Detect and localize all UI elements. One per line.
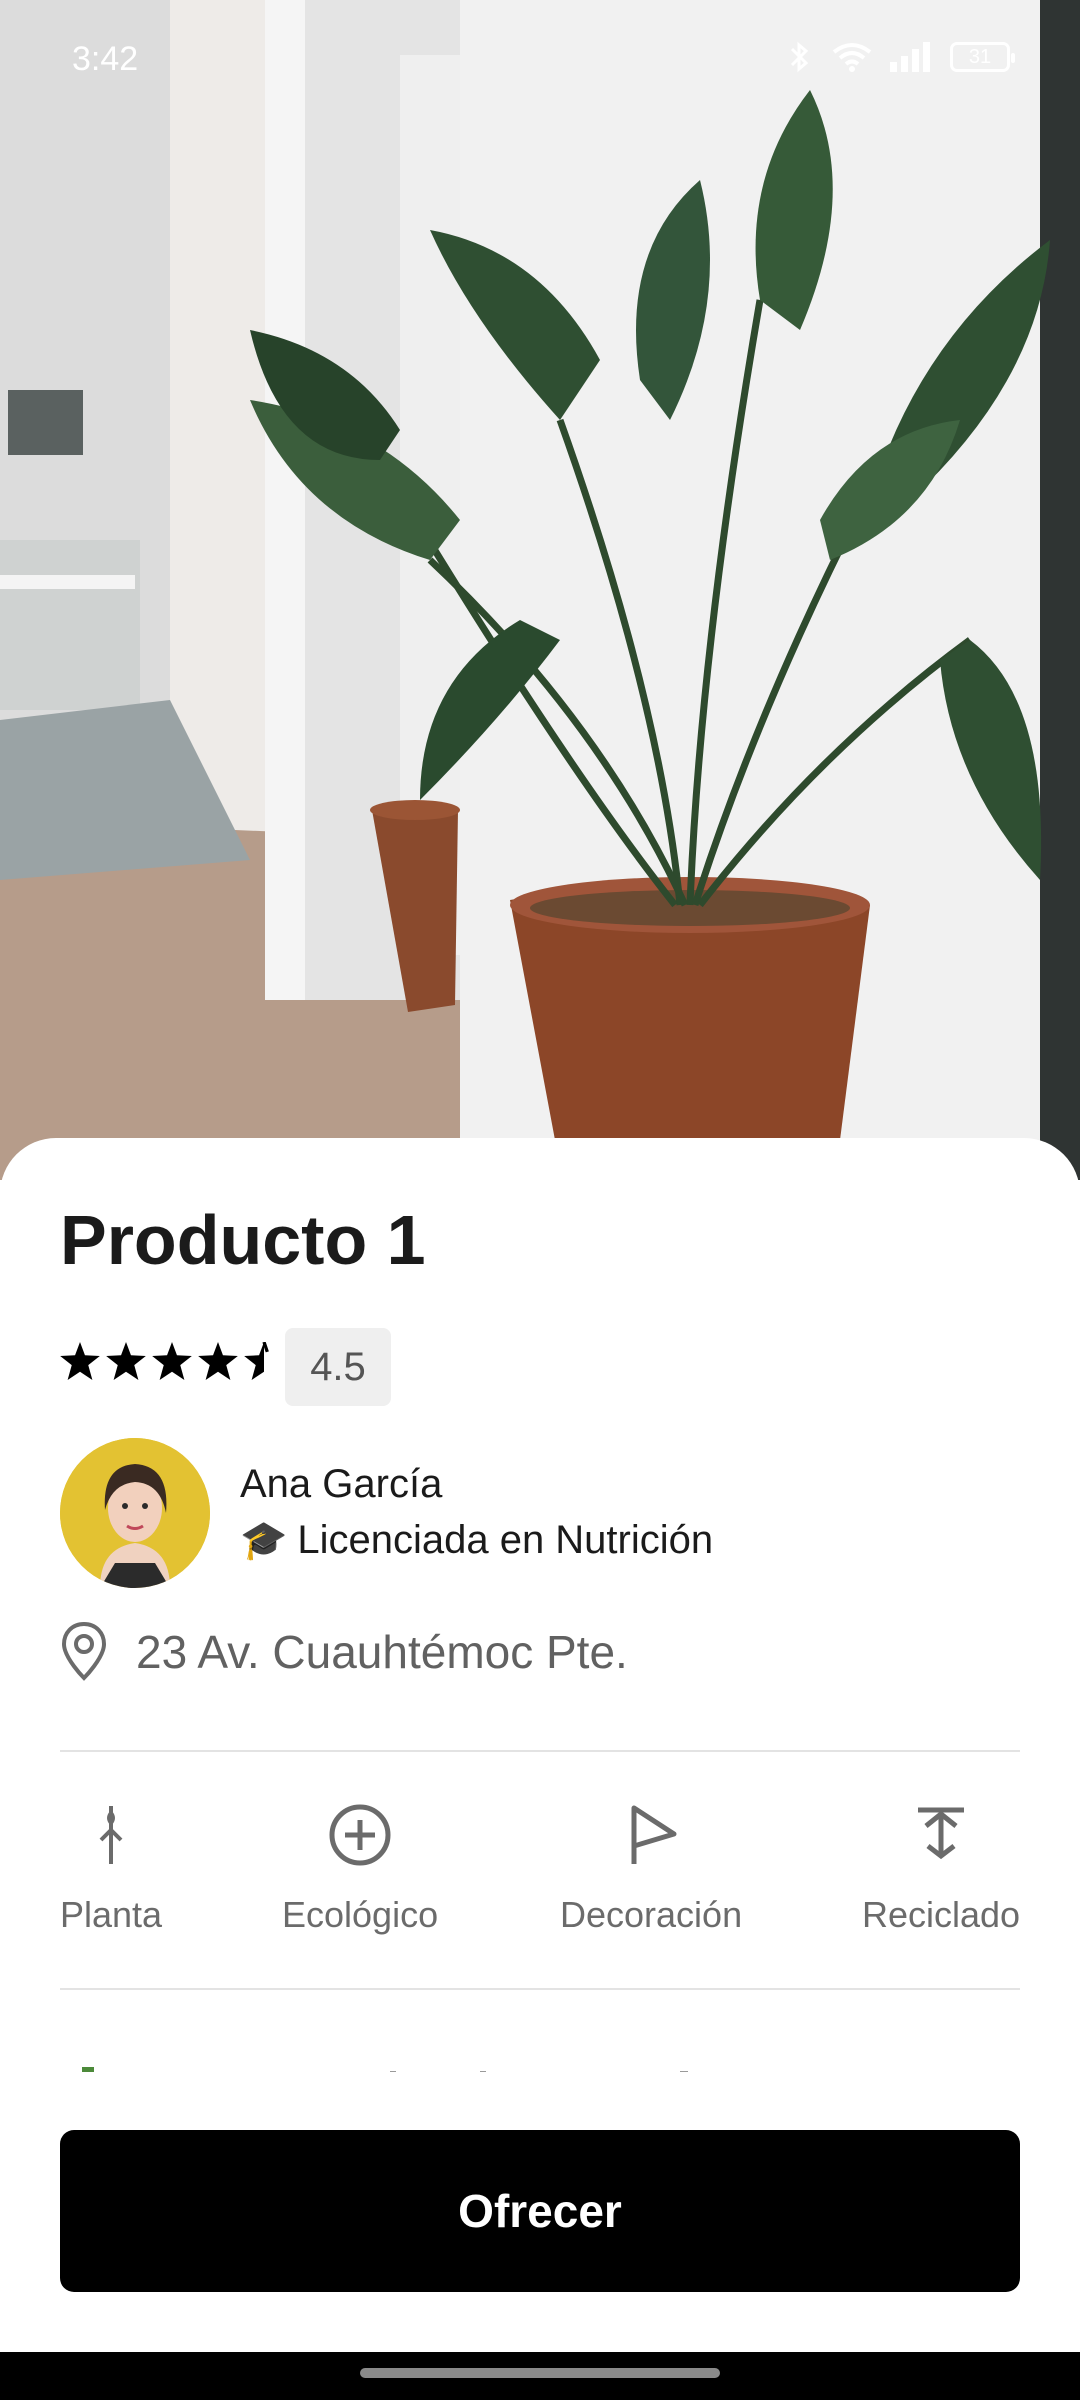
potted-plant-image [0, 0, 1080, 1180]
location-address: 23 Av. Cuauhtémoc Pte. [136, 1626, 628, 1678]
sprout-icon [99, 1806, 123, 1864]
half-star-icon [244, 1342, 269, 1380]
tag-decoracion[interactable]: Decoración [560, 1790, 742, 1936]
author-avatar[interactable] [60, 1438, 210, 1588]
author-name[interactable]: Ana García [240, 1462, 442, 1507]
battery-icon: 31 [950, 42, 1015, 72]
tag-ecologico[interactable]: Ecológico [282, 1790, 438, 1936]
avatar-image [60, 1438, 210, 1588]
rating-badge: 4.5 [285, 1328, 391, 1406]
star-icon [60, 1342, 100, 1380]
tag-label: Planta [60, 1894, 163, 1935]
merge-arrows-icon [918, 1807, 965, 1860]
status-time: 3:42 [72, 40, 139, 78]
divider [60, 1750, 1020, 1752]
tag-reciclado[interactable]: Reciclado [862, 1790, 1020, 1936]
star-icon [152, 1342, 192, 1380]
author-title-text: Licenciada en Nutrición [297, 1518, 714, 1562]
plus-circle-icon [329, 1804, 391, 1866]
bluetooth-icon [790, 41, 809, 73]
tag-label: Reciclado [862, 1894, 1021, 1935]
tag-label: Decoración [560, 1894, 743, 1935]
location-pin-icon [61, 1621, 107, 1681]
tag-planta[interactable]: Planta [60, 1790, 162, 1936]
wifi-icon [832, 43, 872, 72]
feature-tags: Planta Ecológico Decoración Reciclado [60, 1790, 1020, 1970]
flag-icon [631, 1805, 677, 1864]
home-indicator[interactable] [360, 2368, 720, 2378]
product-photo [0, 0, 1080, 1180]
tag-label: Ecológico [282, 1894, 439, 1935]
author-credentials: 🎓 Licenciada en Nutrición [240, 1518, 713, 1563]
star-icon [198, 1342, 238, 1380]
star-icon [106, 1342, 146, 1380]
offer-button[interactable]: Ofrecer [60, 2130, 1020, 2292]
clipped-text-row [82, 2067, 688, 2072]
status-bar: 3:42 31 [0, 0, 1080, 120]
location-row[interactable]: 23 Av. Cuauhtémoc Pte. [60, 1620, 628, 1684]
divider [60, 1988, 1020, 1990]
signal-icon [890, 42, 930, 72]
rating-stars [60, 1342, 284, 1380]
description-preview [60, 2062, 860, 2072]
status-icons: 31 [782, 40, 1015, 74]
graduation-cap-icon: 🎓 [240, 1519, 288, 1562]
product-title: Producto 1 [60, 1201, 426, 1279]
battery-level: 31 [968, 45, 992, 68]
